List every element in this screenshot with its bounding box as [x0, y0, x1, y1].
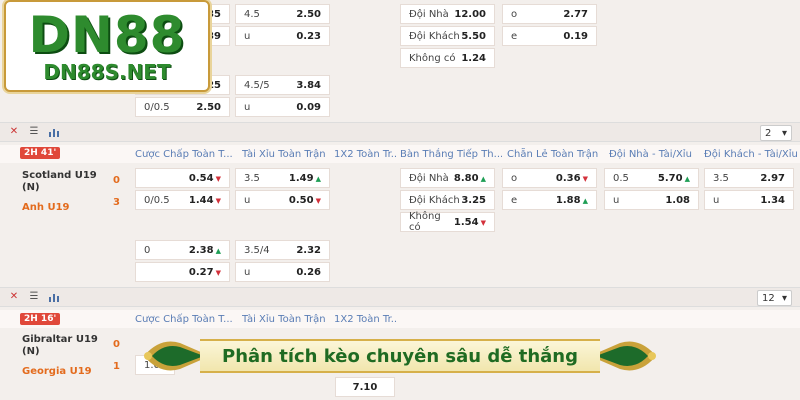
stats-icon[interactable]: [48, 126, 60, 138]
odds-cell[interactable]: u 0.50 ▼: [235, 190, 330, 210]
odds-cell[interactable]: o 2.77: [502, 4, 597, 24]
odds-cell[interactable]: Không có 1.24: [400, 48, 495, 68]
home-team-name: Gibraltar U19 (N): [22, 334, 98, 357]
odds-cell[interactable]: 3.5 1.49 ▲: [235, 168, 330, 188]
more-markets-select[interactable]: 2 ▾: [760, 125, 792, 141]
stats-icon[interactable]: [48, 291, 60, 303]
close-icon[interactable]: ✕: [8, 291, 20, 303]
home-team-score: 0: [113, 175, 120, 186]
home-team-score: 0: [113, 339, 120, 350]
odds-cell[interactable]: 3.5/4 2.32: [235, 240, 330, 260]
odds-cell[interactable]: u 0.26: [235, 262, 330, 282]
arrow-down-icon: ▼: [582, 174, 588, 183]
arrow-up-icon: ▲: [215, 246, 221, 255]
odds-cell[interactable]: u 0.09: [235, 97, 330, 117]
arrow-up-icon: ▲: [582, 196, 588, 205]
close-icon[interactable]: ✕: [8, 126, 20, 138]
promo-banner: Phân tích kèo chuyên sâu dễ thắng: [140, 335, 660, 377]
header-handicap: Cược Chấp Toàn T...: [135, 148, 233, 160]
odds-cell[interactable]: 0/0.5 1.44 ▼: [135, 190, 230, 210]
odds-cell[interactable]: 0.54 ▼: [135, 168, 230, 188]
odds-cell[interactable]: 0.27 ▼: [135, 262, 230, 282]
odds-cell[interactable]: Đội Khách 3.25: [400, 190, 495, 210]
header-odd-even: Chẵn Lẻ Toàn Trận: [507, 148, 599, 160]
chevron-down-icon: ▾: [781, 292, 787, 304]
arrow-down-icon: ▼: [480, 218, 486, 227]
more-markets-select[interactable]: 12 ▾: [757, 290, 792, 306]
market-header-row: Cược Chấp Toàn T... Tài Xỉu Toàn Trận 1X…: [0, 145, 800, 163]
match-toolbar: ✕ ☰ 2 ▾: [0, 122, 800, 142]
odds-cell[interactable]: 0 2.38 ▲: [135, 240, 230, 260]
away-team-name: Georgia U19: [22, 366, 92, 377]
odds-cell[interactable]: u 0.23: [235, 26, 330, 46]
header-away-ou: Đội Khách - Tài/Xỉu: [704, 148, 798, 160]
arrow-up-icon: ▲: [480, 174, 486, 183]
live-status-badge: 2H 41': [20, 147, 61, 159]
header-over-under: Tài Xỉu Toàn Trận: [242, 313, 326, 325]
odds-cell[interactable]: e 1.88 ▲: [502, 190, 597, 210]
odds-cell[interactable]: e 0.19: [502, 26, 597, 46]
live-status-badge: 2H 16': [20, 313, 61, 325]
list-icon[interactable]: ☰: [28, 291, 40, 303]
arrow-down-icon: ▼: [215, 196, 221, 205]
chevron-down-icon: ▾: [781, 127, 787, 139]
away-team-score: 1: [113, 361, 120, 372]
odds-cell[interactable]: 0.5 5.70 ▲: [604, 168, 699, 188]
list-icon[interactable]: ☰: [28, 126, 40, 138]
odds-cell[interactable]: o 0.36 ▼: [502, 168, 597, 188]
arrow-up-icon: ▲: [684, 174, 690, 183]
brand-url: DN88S.NET: [43, 60, 171, 84]
odds-cell[interactable]: Đội Khách 5.50: [400, 26, 495, 46]
odds-cell[interactable]: u 1.08: [604, 190, 699, 210]
header-handicap: Cược Chấp Toàn T...: [135, 313, 233, 325]
header-1x2: 1X2 Toàn Tr...: [334, 313, 398, 325]
brand-logo: DN88 DN88S.NET: [4, 0, 210, 92]
odds-cell[interactable]: 0/0.5 2.50: [135, 97, 230, 117]
odds-cell[interactable]: u 1.34: [704, 190, 794, 210]
header-1x2: 1X2 Toàn Tr...: [334, 148, 398, 160]
header-home-ou: Đội Nhà - Tài/Xỉu: [609, 148, 692, 160]
away-team-score: 3: [113, 197, 120, 208]
ornament-right-icon: [590, 341, 656, 371]
header-next-goal: Bàn Thắng Tiếp Th...: [400, 148, 502, 160]
match-toolbar: ✕ ☰ 12 ▾: [0, 287, 800, 307]
odds-cell[interactable]: 7.10: [335, 377, 395, 397]
odds-cell[interactable]: Đội Nhà 8.80 ▲: [400, 168, 495, 188]
odds-cell[interactable]: Không có 1.54 ▼: [400, 211, 495, 233]
market-header-row: Cược Chấp Toàn T... Tài Xỉu Toàn Trận 1X…: [0, 310, 800, 328]
arrow-down-icon: ▼: [315, 196, 321, 205]
odds-cell[interactable]: 4.5/5 3.84: [235, 75, 330, 95]
header-over-under: Tài Xỉu Toàn Trận: [242, 148, 326, 160]
arrow-down-icon: ▼: [215, 174, 221, 183]
odds-cell[interactable]: 4.5 2.50: [235, 4, 330, 24]
odds-cell[interactable]: Đội Nhà 12.00: [400, 4, 495, 24]
away-team-name: Anh U19: [22, 202, 70, 213]
odds-cell[interactable]: 3.5 2.97: [704, 168, 794, 188]
banner-title: Phân tích kèo chuyên sâu dễ thắng: [222, 345, 578, 367]
arrow-up-icon: ▲: [315, 174, 321, 183]
home-team-name: Scotland U19 (N): [22, 170, 97, 193]
brand-name: DN88: [28, 6, 186, 64]
arrow-down-icon: ▼: [215, 268, 221, 277]
